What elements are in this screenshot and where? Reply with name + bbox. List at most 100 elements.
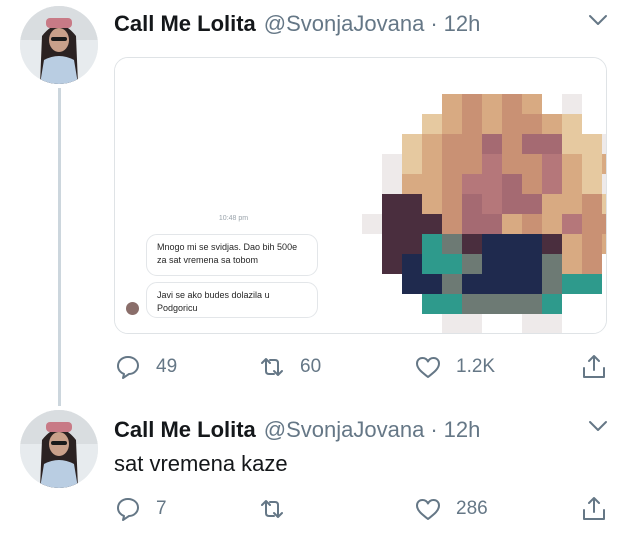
mosaic-tile xyxy=(442,194,462,214)
mosaic-tile xyxy=(402,274,422,294)
mosaic-tile xyxy=(422,274,442,294)
mosaic-tile xyxy=(502,114,522,134)
mosaic-tile xyxy=(442,94,462,114)
chevron-down-icon[interactable] xyxy=(587,418,609,434)
mosaic-tile xyxy=(382,254,402,274)
mosaic-tile xyxy=(382,234,402,254)
mosaic-tile xyxy=(362,214,382,234)
separator-dot: · xyxy=(430,417,438,442)
mosaic-tile xyxy=(502,94,522,114)
mosaic-tile xyxy=(582,254,602,274)
user-handle[interactable]: @SvonjaJovana xyxy=(264,417,425,443)
tweet[interactable]: Call Me Lolita @SvonjaJovana · 12h sat v… xyxy=(0,400,633,535)
mosaic-tile xyxy=(582,134,602,154)
mosaic-tile xyxy=(582,274,602,294)
mosaic-tile xyxy=(562,274,582,294)
pixelated-image xyxy=(352,58,606,333)
share-icon xyxy=(583,497,605,520)
mosaic-tile xyxy=(522,314,542,333)
mosaic-tile xyxy=(482,254,502,274)
share-icon xyxy=(583,355,605,378)
mosaic-tile xyxy=(402,194,422,214)
mosaic-tile xyxy=(522,294,542,314)
heart-icon xyxy=(416,499,440,520)
like-count: 286 xyxy=(456,498,488,519)
mosaic-tile xyxy=(442,254,462,274)
mosaic-tile xyxy=(602,234,606,254)
speech-bubble-icon xyxy=(117,356,139,379)
mosaic-tile xyxy=(562,114,582,134)
mosaic-tile xyxy=(542,294,562,314)
display-name[interactable]: Call Me Lolita xyxy=(114,417,256,443)
mosaic-tile xyxy=(542,194,562,214)
mosaic-tile xyxy=(422,114,442,134)
mosaic-tile xyxy=(442,214,462,234)
reply-button[interactable]: 49 xyxy=(114,352,177,382)
mosaic-tile xyxy=(522,94,542,114)
mosaic-tile xyxy=(602,154,606,174)
avatar[interactable] xyxy=(20,6,98,84)
mosaic-tile xyxy=(442,234,462,254)
like-count: 1.2K xyxy=(456,356,496,377)
mosaic-tile xyxy=(422,154,442,174)
mosaic-tile xyxy=(402,254,422,274)
mosaic-tile xyxy=(522,234,542,254)
mosaic-tile xyxy=(542,134,562,154)
message-bubble: Mnogo mi se svidjas. Dao bih 500e za sat… xyxy=(146,234,318,276)
mosaic-tile xyxy=(442,134,462,154)
chevron-down-icon[interactable] xyxy=(587,12,609,28)
like-button[interactable]: 286 xyxy=(414,494,488,524)
avatar[interactable] xyxy=(20,410,98,488)
mosaic-tile xyxy=(402,214,422,234)
retweet-icon xyxy=(261,500,283,518)
message-bubble: Javi se ako budes dolazila u Podgoricu xyxy=(146,282,318,318)
share-button[interactable] xyxy=(580,352,608,382)
mosaic-tile xyxy=(422,214,442,234)
user-handle[interactable]: @SvonjaJovana xyxy=(264,11,425,37)
retweet-button[interactable]: 60 xyxy=(258,352,321,382)
mosaic-tile xyxy=(482,194,502,214)
mosaic-tile xyxy=(542,174,562,194)
mosaic-tile xyxy=(422,174,442,194)
mosaic-tile xyxy=(462,234,482,254)
chat-screenshot: 10:48 pm Mnogo mi se svidjas. Dao bih 50… xyxy=(115,58,352,333)
tweet-actions: 49 60 1.2K xyxy=(114,352,614,382)
mosaic-tile xyxy=(422,254,442,274)
mosaic-tile xyxy=(502,174,522,194)
tweet-media[interactable]: 10:48 pm Mnogo mi se svidjas. Dao bih 50… xyxy=(114,57,607,334)
mosaic-tile xyxy=(382,214,402,234)
mosaic-tile xyxy=(602,194,606,214)
mosaic-tile xyxy=(482,94,502,114)
mosaic-tile xyxy=(502,274,522,294)
timestamp[interactable]: 12h xyxy=(444,11,481,37)
mosaic-tile xyxy=(522,214,542,234)
mosaic-tile xyxy=(382,174,402,194)
mosaic-tile xyxy=(582,194,602,214)
mosaic-tile xyxy=(502,134,522,154)
retweet-icon xyxy=(261,358,283,376)
mosaic-tile xyxy=(502,154,522,174)
tweet-actions: 7 286 xyxy=(114,494,614,524)
display-name[interactable]: Call Me Lolita xyxy=(114,11,256,37)
mosaic-tile xyxy=(462,174,482,194)
mosaic-tile xyxy=(442,294,462,314)
mosaic-tile xyxy=(562,254,582,274)
mosaic-tile xyxy=(502,194,522,214)
timestamp[interactable]: 12h xyxy=(444,417,481,443)
mosaic-tile xyxy=(542,234,562,254)
like-button[interactable]: 1.2K xyxy=(414,352,495,382)
reply-button[interactable]: 7 xyxy=(114,494,167,524)
mosaic-tile xyxy=(502,234,522,254)
mosaic-tile xyxy=(502,254,522,274)
reply-count: 7 xyxy=(156,498,167,519)
mosaic-tile xyxy=(562,214,582,234)
mosaic-tile xyxy=(462,214,482,234)
retweet-button[interactable] xyxy=(258,494,300,524)
mosaic-tile xyxy=(502,214,522,234)
mosaic-tile xyxy=(402,234,422,254)
tweet[interactable]: Call Me Lolita @SvonjaJovana · 12h 10:48… xyxy=(0,0,633,406)
mosaic-tile xyxy=(522,274,542,294)
mosaic-tile xyxy=(442,174,462,194)
share-button[interactable] xyxy=(580,494,608,524)
mosaic-tile xyxy=(562,174,582,194)
